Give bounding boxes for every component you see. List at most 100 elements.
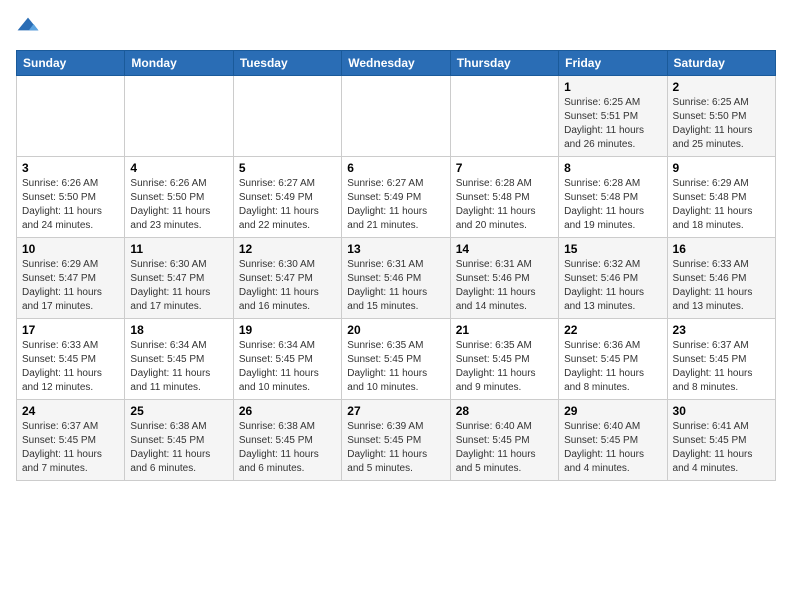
day-number: 19 [239, 323, 336, 337]
calendar-cell: 26 Sunrise: 6:38 AM Sunset: 5:45 PM Dayli… [233, 400, 341, 481]
calendar-cell: 20 Sunrise: 6:35 AM Sunset: 5:45 PM Dayli… [342, 319, 450, 400]
calendar-cell: 7 Sunrise: 6:28 AM Sunset: 5:48 PM Daylig… [450, 157, 558, 238]
calendar-cell: 4 Sunrise: 6:26 AM Sunset: 5:50 PM Daylig… [125, 157, 233, 238]
day-number: 12 [239, 242, 336, 256]
day-info: Sunrise: 6:38 AM Sunset: 5:45 PM Dayligh… [239, 420, 336, 476]
day-number: 25 [130, 404, 227, 418]
day-number: 21 [456, 323, 553, 337]
calendar-cell: 24 Sunrise: 6:37 AM Sunset: 5:45 PM Dayli… [17, 400, 125, 481]
calendar-cell [17, 76, 125, 157]
calendar-cell [342, 76, 450, 157]
day-info: Sunrise: 6:41 AM Sunset: 5:45 PM Dayligh… [673, 420, 770, 476]
day-number: 18 [130, 323, 227, 337]
day-number: 1 [564, 80, 661, 94]
day-info: Sunrise: 6:33 AM Sunset: 5:45 PM Dayligh… [22, 339, 119, 395]
calendar-cell: 5 Sunrise: 6:27 AM Sunset: 5:49 PM Daylig… [233, 157, 341, 238]
day-number: 30 [673, 404, 770, 418]
day-info: Sunrise: 6:32 AM Sunset: 5:46 PM Dayligh… [564, 258, 661, 314]
day-number: 10 [22, 242, 119, 256]
day-number: 6 [347, 161, 444, 175]
day-number: 15 [564, 242, 661, 256]
day-info: Sunrise: 6:26 AM Sunset: 5:50 PM Dayligh… [22, 177, 119, 233]
calendar-cell: 13 Sunrise: 6:31 AM Sunset: 5:46 PM Dayli… [342, 238, 450, 319]
calendar-cell: 6 Sunrise: 6:27 AM Sunset: 5:49 PM Daylig… [342, 157, 450, 238]
calendar-cell: 14Sunrise: 6:31 AM Sunset: 5:46 PM Dayli… [450, 238, 558, 319]
calendar-cell: 18 Sunrise: 6:34 AM Sunset: 5:45 PM Dayli… [125, 319, 233, 400]
day-info: Sunrise: 6:26 AM Sunset: 5:50 PM Dayligh… [130, 177, 227, 233]
calendar-cell: 12 Sunrise: 6:30 AM Sunset: 5:47 PM Dayli… [233, 238, 341, 319]
calendar-table: SundayMondayTuesdayWednesdayThursdayFrid… [16, 50, 776, 481]
logo [16, 16, 44, 40]
day-info: Sunrise: 6:29 AM Sunset: 5:48 PM Dayligh… [673, 177, 770, 233]
day-info: Sunrise: 6:37 AM Sunset: 5:45 PM Dayligh… [673, 339, 770, 395]
day-info: Sunrise: 6:40 AM Sunset: 5:45 PM Dayligh… [564, 420, 661, 476]
calendar-cell: 21 Sunrise: 6:35 AM Sunset: 5:45 PM Dayli… [450, 319, 558, 400]
day-number: 26 [239, 404, 336, 418]
day-info: Sunrise: 6:35 AM Sunset: 5:45 PM Dayligh… [347, 339, 444, 395]
day-number: 20 [347, 323, 444, 337]
calendar-cell: 19 Sunrise: 6:34 AM Sunset: 5:45 PM Dayli… [233, 319, 341, 400]
day-number: 17 [22, 323, 119, 337]
calendar-cell [125, 76, 233, 157]
calendar-cell: 1 Sunrise: 6:25 AM Sunset: 5:51 PM Daylig… [559, 76, 667, 157]
weekday-header: Saturday [667, 51, 775, 76]
day-info: Sunrise: 6:25 AM Sunset: 5:50 PM Dayligh… [673, 96, 770, 152]
day-info: Sunrise: 6:27 AM Sunset: 5:49 PM Dayligh… [347, 177, 444, 233]
weekday-header: Tuesday [233, 51, 341, 76]
calendar-cell: 8 Sunrise: 6:28 AM Sunset: 5:48 PM Daylig… [559, 157, 667, 238]
day-info: Sunrise: 6:28 AM Sunset: 5:48 PM Dayligh… [564, 177, 661, 233]
calendar-cell: 22 Sunrise: 6:36 AM Sunset: 5:45 PM Dayli… [559, 319, 667, 400]
calendar-cell: 25 Sunrise: 6:38 AM Sunset: 5:45 PM Dayli… [125, 400, 233, 481]
day-info: Sunrise: 6:31 AM Sunset: 5:46 PM Dayligh… [347, 258, 444, 314]
calendar-cell: 23 Sunrise: 6:37 AM Sunset: 5:45 PM Dayli… [667, 319, 775, 400]
weekday-header: Friday [559, 51, 667, 76]
weekday-header: Sunday [17, 51, 125, 76]
day-number: 22 [564, 323, 661, 337]
calendar-cell: 27 Sunrise: 6:39 AM Sunset: 5:45 PM Dayli… [342, 400, 450, 481]
day-info: Sunrise: 6:39 AM Sunset: 5:45 PM Dayligh… [347, 420, 444, 476]
calendar-cell [233, 76, 341, 157]
day-info: Sunrise: 6:25 AM Sunset: 5:51 PM Dayligh… [564, 96, 661, 152]
day-number: 7 [456, 161, 553, 175]
day-number: 24 [22, 404, 119, 418]
day-number: 8 [564, 161, 661, 175]
day-info: Sunrise: 6:28 AM Sunset: 5:48 PM Dayligh… [456, 177, 553, 233]
day-number: 2 [673, 80, 770, 94]
day-info: Sunrise: 6:38 AM Sunset: 5:45 PM Dayligh… [130, 420, 227, 476]
calendar-cell: 15 Sunrise: 6:32 AM Sunset: 5:46 PM Dayli… [559, 238, 667, 319]
day-number: 16 [673, 242, 770, 256]
day-number: 3 [22, 161, 119, 175]
day-info: Sunrise: 6:27 AM Sunset: 5:49 PM Dayligh… [239, 177, 336, 233]
day-number: 27 [347, 404, 444, 418]
day-info: Sunrise: 6:29 AM Sunset: 5:47 PM Dayligh… [22, 258, 119, 314]
calendar-cell: 10 Sunrise: 6:29 AM Sunset: 5:47 PM Dayli… [17, 238, 125, 319]
calendar-cell: 30 Sunrise: 6:41 AM Sunset: 5:45 PM Dayli… [667, 400, 775, 481]
calendar-cell: 17 Sunrise: 6:33 AM Sunset: 5:45 PM Dayli… [17, 319, 125, 400]
calendar-cell: 11Sunrise: 6:30 AM Sunset: 5:47 PM Dayli… [125, 238, 233, 319]
calendar-cell: 29 Sunrise: 6:40 AM Sunset: 5:45 PM Dayli… [559, 400, 667, 481]
day-info: Sunrise: 6:36 AM Sunset: 5:45 PM Dayligh… [564, 339, 661, 395]
day-info: Sunrise: 6:34 AM Sunset: 5:45 PM Dayligh… [239, 339, 336, 395]
weekday-header: Thursday [450, 51, 558, 76]
day-number: 28 [456, 404, 553, 418]
day-info: Sunrise: 6:30 AM Sunset: 5:47 PM Dayligh… [239, 258, 336, 314]
calendar-cell: 9 Sunrise: 6:29 AM Sunset: 5:48 PM Daylig… [667, 157, 775, 238]
day-number: 4 [130, 161, 227, 175]
day-info: Sunrise: 6:31 AM Sunset: 5:46 PM Dayligh… [456, 258, 553, 314]
calendar-cell [450, 76, 558, 157]
day-number: 5 [239, 161, 336, 175]
day-info: Sunrise: 6:35 AM Sunset: 5:45 PM Dayligh… [456, 339, 553, 395]
day-number: 13 [347, 242, 444, 256]
calendar-cell: 16 Sunrise: 6:33 AM Sunset: 5:46 PM Dayli… [667, 238, 775, 319]
day-info: Sunrise: 6:40 AM Sunset: 5:45 PM Dayligh… [456, 420, 553, 476]
day-info: Sunrise: 6:34 AM Sunset: 5:45 PM Dayligh… [130, 339, 227, 395]
page-header [16, 16, 776, 40]
day-info: Sunrise: 6:37 AM Sunset: 5:45 PM Dayligh… [22, 420, 119, 476]
day-number: 9 [673, 161, 770, 175]
day-info: Sunrise: 6:33 AM Sunset: 5:46 PM Dayligh… [673, 258, 770, 314]
day-number: 23 [673, 323, 770, 337]
calendar-cell: 3 Sunrise: 6:26 AM Sunset: 5:50 PM Daylig… [17, 157, 125, 238]
day-number: 29 [564, 404, 661, 418]
day-info: Sunrise: 6:30 AM Sunset: 5:47 PM Dayligh… [130, 258, 227, 314]
calendar-cell: 28 Sunrise: 6:40 AM Sunset: 5:45 PM Dayli… [450, 400, 558, 481]
